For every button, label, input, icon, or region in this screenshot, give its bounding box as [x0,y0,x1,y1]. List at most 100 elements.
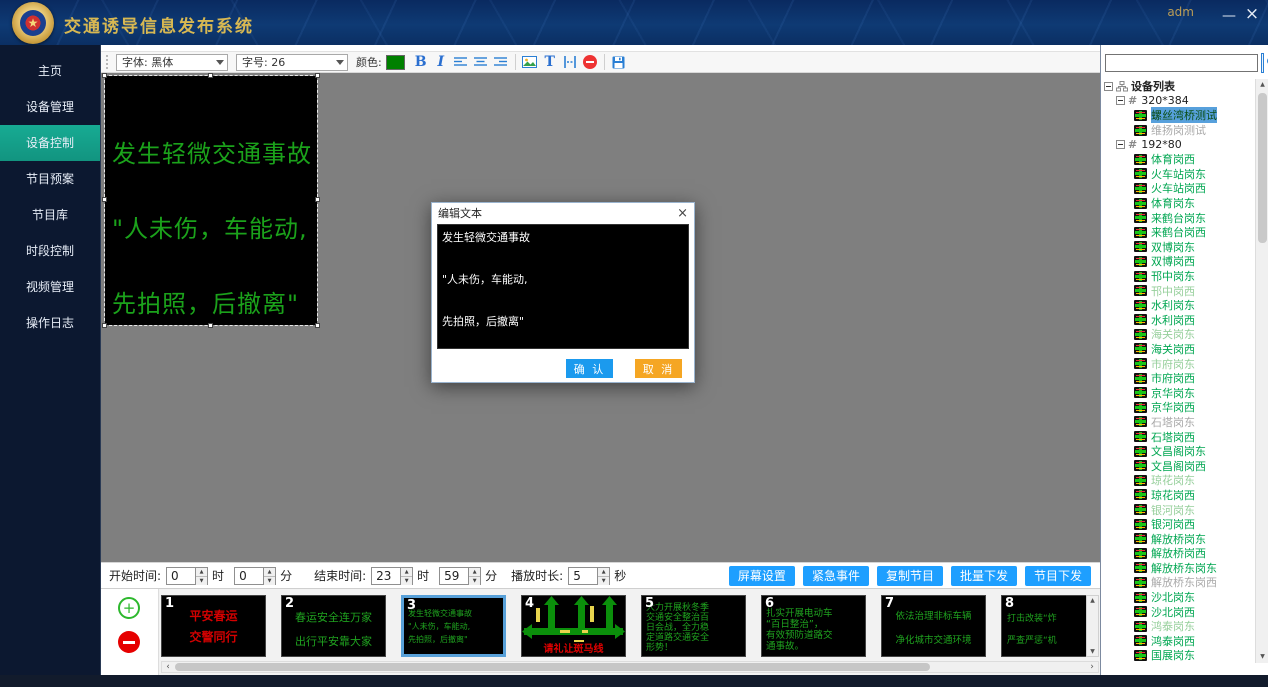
tree-root[interactable]: 设备列表 [1104,79,1254,94]
playlist-item[interactable]: 7 依法治理非标车辆净化城市交通环境 [881,595,986,657]
tree-device[interactable]: 海关岗西 [1104,342,1254,357]
scroll-right-icon[interactable]: › [1086,662,1098,672]
tree-device[interactable]: 水利岗西 [1104,313,1254,328]
playlist-vertical-scrollbar[interactable]: ▲▼ [1086,595,1099,657]
playlist-horizontal-scrollbar[interactable]: ‹ › [161,661,1099,673]
resize-handle[interactable] [102,197,107,202]
led-screen-preview[interactable]: 发生轻微交通事故"人未伤，车能动,先拍照，后撤离" [105,76,317,325]
tree-device[interactable]: 石塔岗东 [1104,415,1254,430]
delete-element-button[interactable] [580,53,600,71]
tree-device[interactable]: 鸿泰岗西 [1104,634,1254,649]
tree-device[interactable]: 文昌阁岗西 [1104,458,1254,473]
scrollbar-thumb[interactable] [1258,93,1267,243]
tree-device[interactable]: 维扬岗测试 [1104,123,1254,138]
cancel-button[interactable]: 取 消 [635,359,682,378]
resize-handle[interactable] [315,73,320,78]
playlist-item[interactable]: 5 大力开展秋冬季交通安全整治百日会战，全力稳定道路交通安全形势！ [641,595,746,657]
dialog-close-icon[interactable]: × [677,207,688,220]
duration-stepper[interactable]: 5▲▼ [568,567,610,585]
search-input[interactable] [1105,54,1258,72]
start-hour-stepper[interactable]: 0▲▼ [166,567,208,585]
resize-handle[interactable] [102,323,107,328]
action-button[interactable]: 屏幕设置 [729,566,795,586]
tree-device[interactable]: 石塔岗西 [1104,429,1254,444]
tree-device[interactable]: 火车站岗东 [1104,167,1254,182]
resize-handle[interactable] [102,73,107,78]
confirm-button[interactable]: 确 认 [566,359,613,378]
resize-handle[interactable] [208,323,213,328]
tree-device[interactable]: 鸿泰岗东 [1104,619,1254,634]
tree-device[interactable]: 海关岗东 [1104,327,1254,342]
tree-device[interactable]: 沙北岗西 [1104,604,1254,619]
sidebar-item-program-plan[interactable]: 节目预案 [0,161,100,197]
resize-handle[interactable] [315,323,320,328]
action-button[interactable]: 批量下发 [951,566,1017,586]
action-button[interactable]: 节目下发 [1025,566,1091,586]
minimize-button[interactable]: — [1220,8,1238,24]
tree-device[interactable]: 螺丝湾桥测试 [1104,108,1254,123]
playlist-item[interactable]: 4 请礼让斑马线 [521,595,626,657]
align-left-button[interactable] [451,53,471,71]
remove-program-button[interactable] [118,631,140,653]
tree-device[interactable]: 市府岗东 [1104,356,1254,371]
insert-image-button[interactable] [520,53,540,71]
scroll-up-icon[interactable]: ▲ [1256,79,1268,91]
bold-button[interactable]: B [411,53,431,71]
end-minute-stepper[interactable]: 59▲▼ [439,567,481,585]
font-family-select[interactable]: 字体: 黑体 [116,54,228,71]
sidebar-item-device-mgmt[interactable]: 设备管理 [0,89,100,125]
close-button[interactable]: × [1242,4,1262,24]
tree-device[interactable]: 来鹤台岗东 [1104,210,1254,225]
tree-device[interactable]: 银河岗西 [1104,517,1254,532]
scroll-down-icon[interactable]: ▼ [1090,648,1095,655]
tree-device[interactable]: 京华岗东 [1104,385,1254,400]
tree-device[interactable]: 沙北岗东 [1104,590,1254,605]
scrollbar-thumb[interactable] [175,663,930,671]
font-size-select[interactable]: 字号: 26 [236,54,348,71]
marquee-button[interactable] [560,53,580,71]
tree-device[interactable]: 国展岗东 [1104,648,1254,663]
sidebar-item-schedule-control[interactable]: 时段控制 [0,233,100,269]
tree-device[interactable]: 京华岗西 [1104,400,1254,415]
collapse-icon[interactable] [1116,96,1125,105]
playlist-item[interactable]: 8 打击改装“炸严查严惩“机 [1001,595,1086,657]
tree-device[interactable]: 体育岗西 [1104,152,1254,167]
collapse-icon[interactable] [1104,82,1113,91]
sidebar-item-device-control[interactable]: 设备控制 [0,125,100,161]
sidebar-item-program-lib[interactable]: 节目库 [0,197,100,233]
scroll-up-icon[interactable]: ▲ [1090,597,1095,604]
playlist-item[interactable]: 6 扎实开展电动车“百日整治”，有效预防道路交通事故。 [761,595,866,657]
resize-handle[interactable] [315,197,320,202]
save-button[interactable] [609,53,629,71]
align-center-button[interactable] [471,53,491,71]
tree-device[interactable]: 解放桥东岗西 [1104,575,1254,590]
scroll-down-icon[interactable]: ▼ [1256,651,1268,663]
sidebar-item-video-mgmt[interactable]: 视频管理 [0,269,100,305]
collapse-icon[interactable] [1116,140,1125,149]
tree-device[interactable]: 邗中岗西 [1104,283,1254,298]
action-button[interactable]: 复制节目 [877,566,943,586]
dialog-textarea[interactable]: 发生轻微交通事故 "人未伤，车能动, 先拍照，后撤离" [437,224,689,349]
tree-group[interactable]: # 320*384 [1104,94,1254,109]
scroll-left-icon[interactable]: ‹ [162,662,174,672]
tree-device[interactable]: 解放桥岗东 [1104,531,1254,546]
tree-device[interactable]: 邗中岗东 [1104,269,1254,284]
end-hour-stepper[interactable]: 23▲▼ [371,567,413,585]
insert-text-button[interactable]: T [540,53,560,71]
tree-device[interactable]: 琼花岗东 [1104,473,1254,488]
tree-device[interactable]: 解放桥东岗东 [1104,561,1254,576]
tree-device[interactable]: 体育岗东 [1104,196,1254,211]
playlist-item[interactable]: 1 平安春运交警同行 [161,595,266,657]
search-button[interactable] [1261,53,1264,73]
tree-device[interactable]: 琼花岗西 [1104,488,1254,503]
action-button[interactable]: 紧急事件 [803,566,869,586]
tree-device[interactable]: 双博岗西 [1104,254,1254,269]
tree-device[interactable]: 文昌阁岗东 [1104,444,1254,459]
add-program-button[interactable]: + [118,597,140,619]
tree-device[interactable]: 水利岗东 [1104,298,1254,313]
playlist-item[interactable]: 2 春运安全连万家出行平安靠大家 [281,595,386,657]
tree-device[interactable]: 解放桥岗西 [1104,546,1254,561]
italic-button[interactable]: I [431,53,451,71]
tree-scrollbar[interactable]: ▲ ▼ [1255,79,1268,663]
tree-device[interactable]: 来鹤台岗西 [1104,225,1254,240]
